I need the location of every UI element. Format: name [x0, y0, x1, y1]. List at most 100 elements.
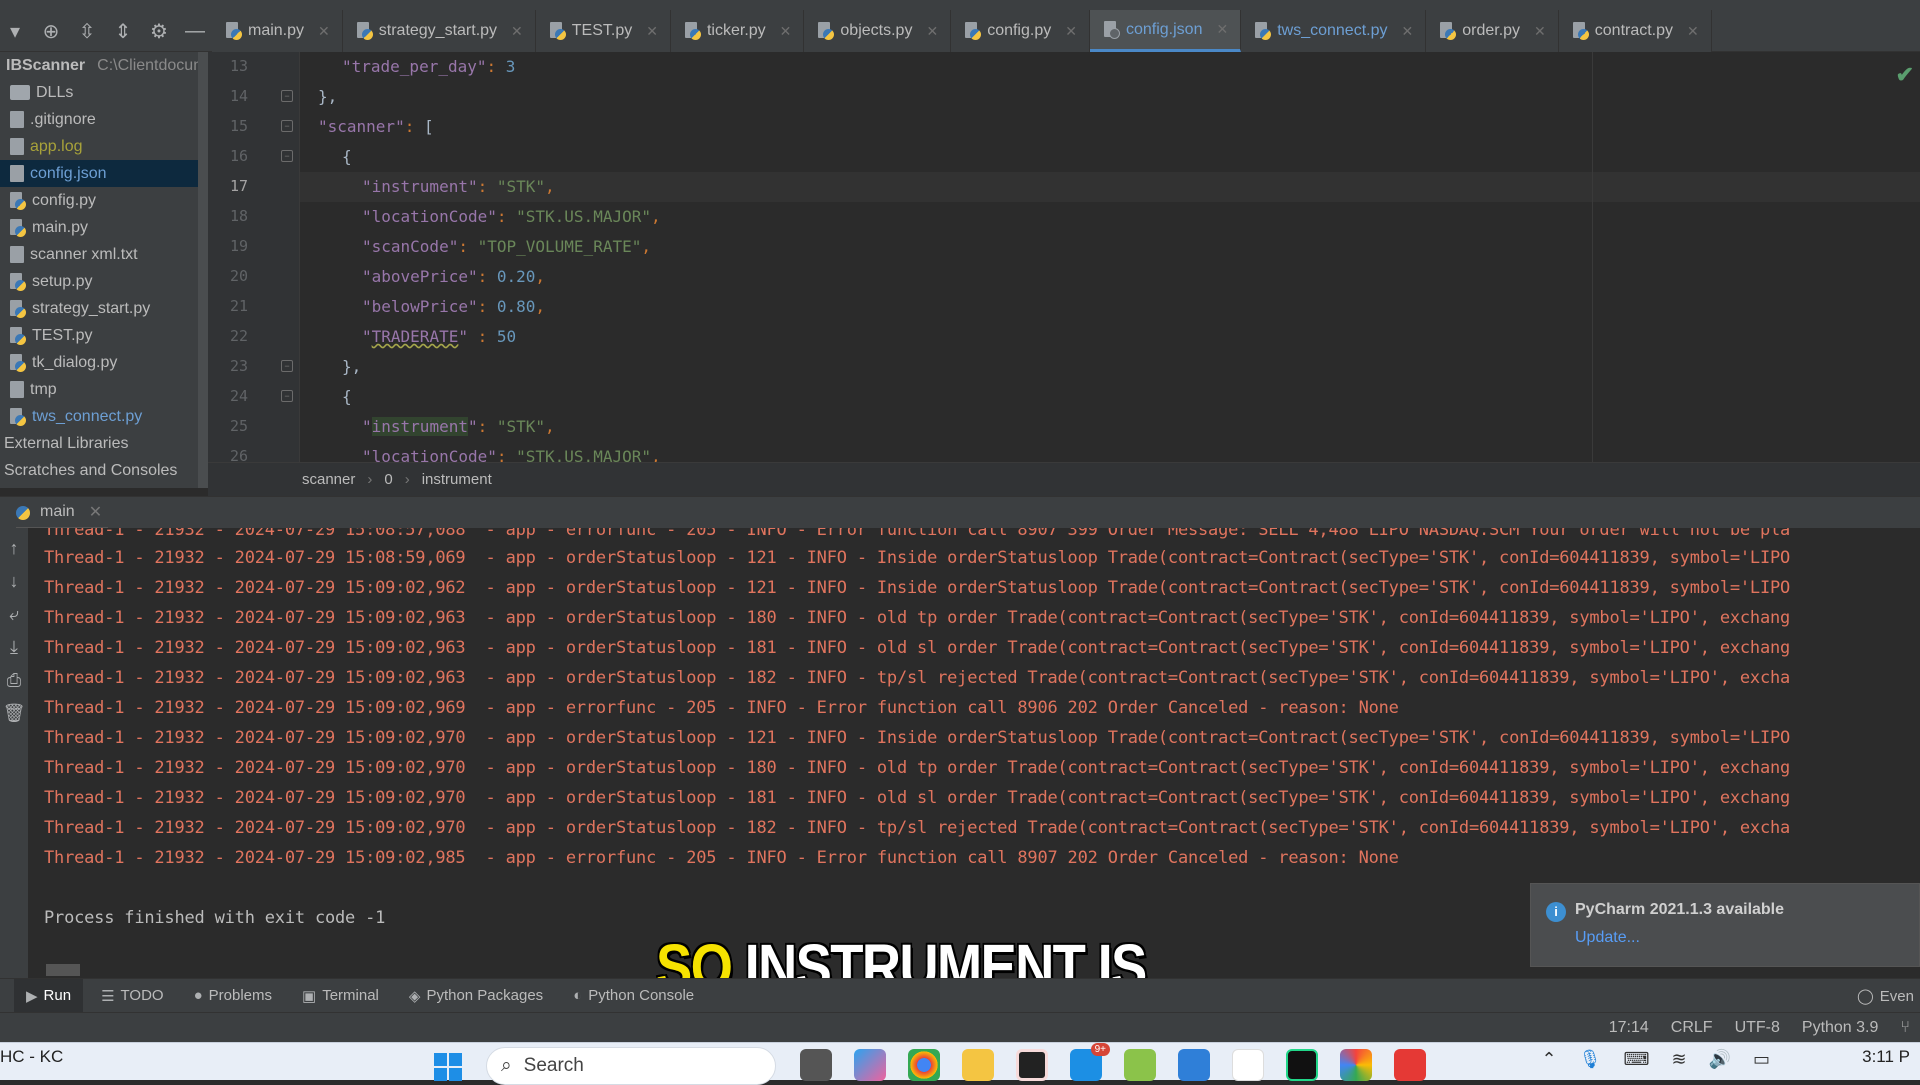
tab-tws-connect-py[interactable]: tws_connect.py ✕	[1241, 10, 1427, 52]
tab-contract-py[interactable]: contract.py ✕	[1558, 10, 1712, 52]
taskbar-apps: 9+	[800, 1043, 1426, 1081]
print-icon[interactable]: ⎙	[7, 670, 21, 691]
close-icon[interactable]: ✕	[1401, 23, 1413, 40]
caret-position[interactable]: 17:14	[1609, 1019, 1649, 1037]
tab-config-py[interactable]: config.py ✕	[951, 10, 1090, 52]
skype-icon[interactable]: 9+	[1070, 1043, 1110, 1081]
notepad-icon[interactable]	[1178, 1049, 1210, 1081]
run-tab-main[interactable]: main ✕	[16, 497, 109, 529]
fold-end-icon[interactable]: −	[281, 360, 293, 372]
notepad-plus-icon[interactable]	[1124, 1049, 1156, 1081]
trash-icon[interactable]: 🗑	[3, 703, 26, 724]
terminal-app-icon[interactable]	[1016, 1049, 1048, 1081]
close-icon[interactable]: ✕	[511, 23, 523, 40]
breadcrumb-item[interactable]: scanner	[302, 471, 355, 488]
tool-run[interactable]: ▶ Run	[14, 978, 84, 1013]
tree-item-app-log[interactable]: app.log	[0, 133, 200, 160]
fold-start-icon[interactable]: −	[281, 120, 293, 132]
tree-item-test-py[interactable]: TEST.py	[0, 322, 200, 349]
close-icon[interactable]: ✕	[318, 23, 330, 40]
close-icon[interactable]: ✕	[780, 23, 792, 40]
tab-order-py[interactable]: order.py ✕	[1426, 10, 1559, 52]
tree-item-config-json[interactable]: config.json	[0, 160, 200, 187]
close-icon[interactable]: ✕	[1534, 23, 1546, 40]
tree-item-label: config.json	[30, 164, 107, 182]
fold-start-icon[interactable]: −	[281, 390, 293, 402]
json-key: "abovePrice"	[362, 267, 478, 286]
tab-main-py[interactable]: main.py ✕	[212, 10, 343, 52]
inspection-ok-icon[interactable]: ✔	[1896, 62, 1914, 88]
copilot-icon[interactable]	[854, 1049, 886, 1081]
arrow-down-icon[interactable]: ↓	[10, 571, 19, 592]
tree-item-tk-dialog-py[interactable]: tk_dialog.py	[0, 349, 200, 376]
expand-all-icon[interactable]: ⇳	[76, 19, 98, 44]
close-icon[interactable]: ✕	[926, 23, 938, 40]
tree-item-strategy-start-py[interactable]: strategy_start.py	[0, 295, 200, 322]
tab-config-json[interactable]: config.json ✕	[1089, 10, 1242, 52]
event-log-button[interactable]: ◯ Even	[1857, 979, 1920, 1013]
gear-icon[interactable]: ⚙	[148, 19, 170, 44]
tree-item-dlls[interactable]: DLLs	[0, 79, 200, 106]
tree-item-scratches[interactable]: Scratches and Consoles	[0, 457, 200, 484]
close-icon[interactable]: ✕	[1065, 23, 1077, 40]
close-icon[interactable]: ✕	[646, 23, 658, 40]
locate-icon[interactable]: ⊕	[40, 19, 62, 44]
update-link[interactable]: Update...	[1575, 929, 1640, 947]
hide-icon[interactable]: —	[184, 20, 206, 43]
tool-python-console[interactable]: ◐ Python Console	[561, 979, 706, 1013]
collapse-all-icon[interactable]: ⇕	[112, 19, 134, 44]
tool-terminal[interactable]: ▣ Terminal	[290, 979, 391, 1013]
tree-item-external-libraries[interactable]: External Libraries	[0, 430, 200, 457]
tree-item-scanner-xml[interactable]: scanner xml.txt	[0, 241, 200, 268]
microphone-icon[interactable]: 🎙	[1579, 1049, 1602, 1070]
tree-item-setup-py[interactable]: setup.py	[0, 268, 200, 295]
taskbar-clock[interactable]: 3:11 P	[1862, 1047, 1910, 1067]
soft-wrap-icon[interactable]: ⤶	[9, 604, 19, 625]
scroll-to-end-icon[interactable]: ⤓	[10, 637, 18, 658]
keyboard-icon[interactable]: ⌨	[1623, 1049, 1649, 1070]
tab-objects-py[interactable]: objects.py ✕	[804, 10, 952, 52]
breadcrumb-item[interactable]: 0	[384, 471, 392, 488]
battery-icon[interactable]: ▭	[1753, 1049, 1770, 1070]
tab-strategy-start-py[interactable]: strategy_start.py ✕	[342, 10, 536, 52]
sidebar-scrollbar[interactable]	[198, 52, 208, 488]
photos-icon[interactable]	[1340, 1049, 1372, 1081]
tool-problems[interactable]: ● Problems	[182, 979, 284, 1013]
arrow-up-icon[interactable]: ↑	[10, 538, 19, 559]
taskbar-search[interactable]: ⌕ Search	[486, 1047, 776, 1085]
acrobat-icon[interactable]	[1232, 1049, 1264, 1081]
tree-item-config-py[interactable]: config.py	[0, 187, 200, 214]
close-icon[interactable]: ✕	[1687, 23, 1699, 40]
fold-end-icon[interactable]: −	[281, 90, 293, 102]
windows-start-icon[interactable]	[434, 1053, 462, 1081]
tree-item-main-py[interactable]: main.py	[0, 214, 200, 241]
volume-icon[interactable]: 🔊	[1709, 1049, 1731, 1070]
python-interpreter[interactable]: Python 3.9	[1802, 1019, 1879, 1037]
dropdown-icon[interactable]: ▾	[4, 19, 26, 44]
recorder-icon[interactable]	[1394, 1049, 1426, 1081]
file-explorer-icon[interactable]	[962, 1049, 994, 1081]
breadcrumb-item[interactable]: instrument	[422, 471, 492, 488]
task-view-icon[interactable]	[800, 1049, 832, 1081]
taskbar-widget-text[interactable]: HC - KC	[0, 1047, 63, 1067]
tree-item-tmp[interactable]: tmp	[0, 376, 200, 403]
line-separator[interactable]: CRLF	[1671, 1019, 1713, 1037]
close-icon[interactable]: ✕	[1216, 21, 1228, 38]
tab-ticker-py[interactable]: ticker.py ✕	[670, 10, 805, 52]
git-branch-icon[interactable]: ⑂	[1900, 1019, 1910, 1037]
tool-todo[interactable]: ☰ TODO	[89, 979, 176, 1013]
chrome-icon[interactable]	[908, 1049, 940, 1081]
file-encoding[interactable]: UTF-8	[1735, 1019, 1780, 1037]
fold-start-icon[interactable]: −	[281, 150, 293, 162]
code-editor[interactable]: ✔ "trade_per_day": 3 }, "scanner": [ { "…	[300, 52, 1920, 462]
pycharm-icon[interactable]	[1286, 1049, 1318, 1081]
search-placeholder: Search	[523, 1055, 584, 1076]
project-root[interactable]: IBScanner C:\Clientdocume	[0, 52, 200, 79]
tool-python-packages[interactable]: ◈ Python Packages	[397, 979, 555, 1013]
tab-test-py[interactable]: TEST.py ✕	[535, 10, 671, 52]
tree-item-gitignore[interactable]: .gitignore	[0, 106, 200, 133]
close-icon[interactable]: ✕	[89, 502, 102, 522]
wifi-icon[interactable]: ≋	[1671, 1049, 1686, 1070]
chevron-up-icon[interactable]: ⌃	[1542, 1049, 1557, 1070]
tree-item-tws-connect-py[interactable]: tws_connect.py	[0, 403, 200, 430]
